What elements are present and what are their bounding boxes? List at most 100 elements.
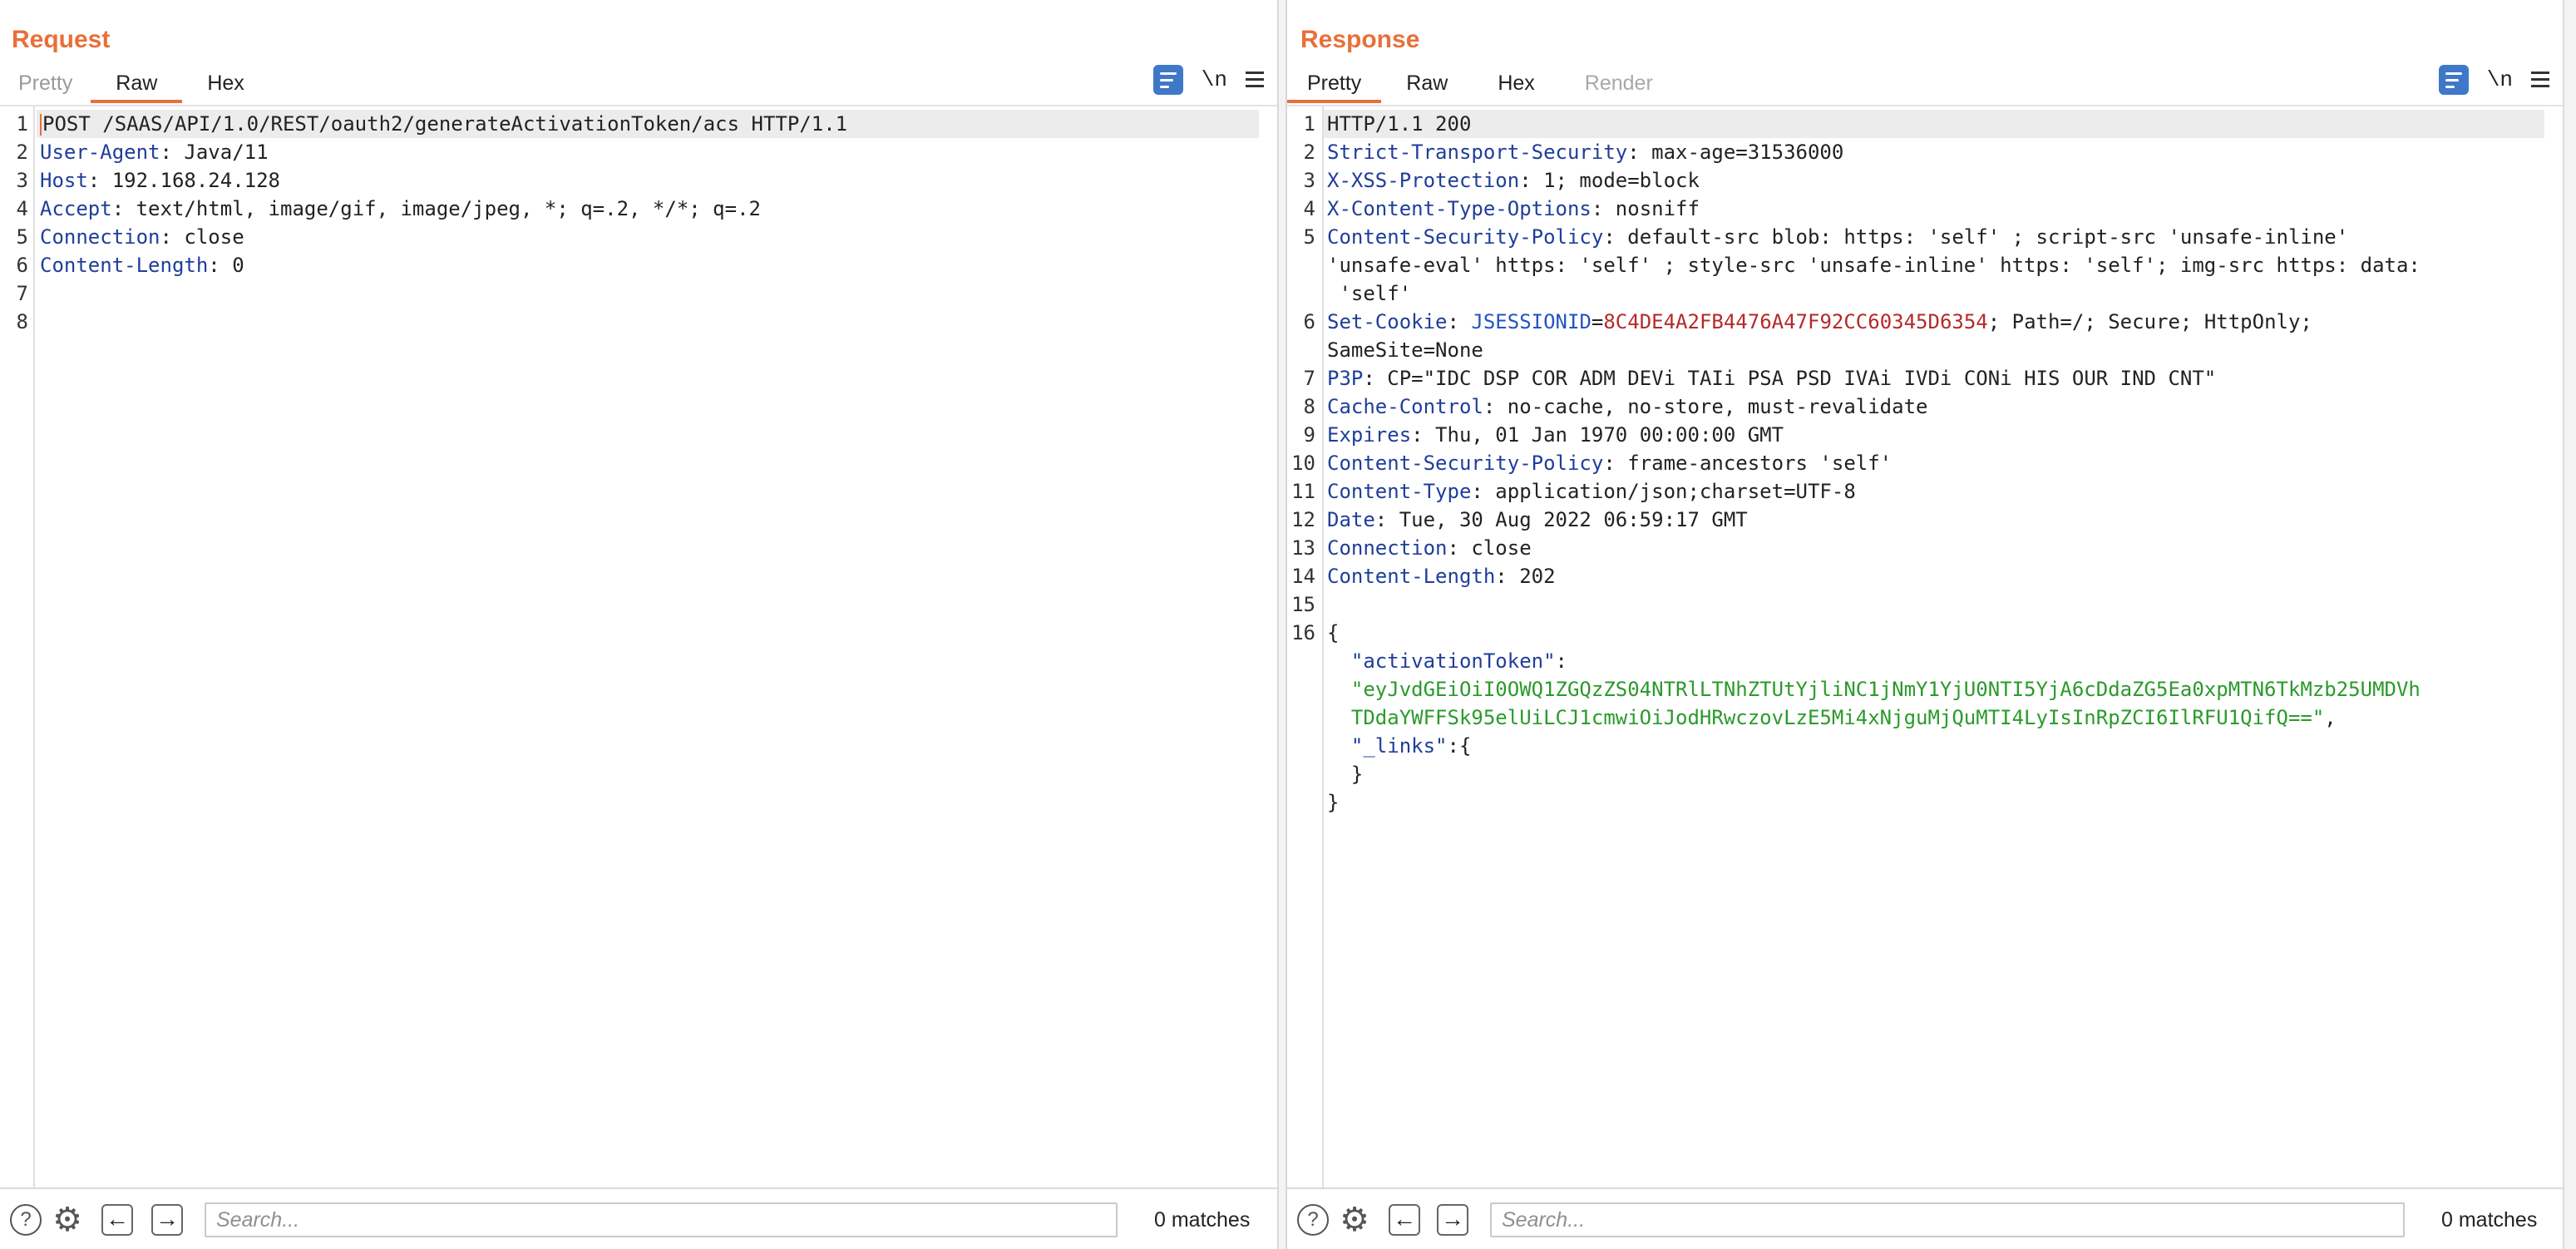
line-number: 12 — [1291, 508, 1315, 531]
line-text: User-Agent: Java/11 — [40, 138, 269, 166]
response-tab-render[interactable]: Render — [1560, 67, 1678, 100]
token: : 0 — [208, 254, 244, 277]
line-text: { — [1327, 619, 1339, 647]
token: :{ — [1447, 734, 1472, 758]
line-text: Content-Length: 202 — [1327, 562, 1556, 590]
line-text: HTTP/1.1 200 — [1327, 110, 1471, 138]
help-icon[interactable]: ? — [1297, 1204, 1329, 1236]
token: : nosniff — [1591, 197, 1700, 220]
line-text: Connection: close — [40, 223, 244, 251]
menu-icon[interactable] — [1246, 72, 1264, 88]
code-line: 1 HTTP/1.1 200 — [1287, 110, 2563, 138]
line-number: 6 — [16, 254, 28, 277]
token: 'unsafe-eval' https: 'self' ; style-src … — [1327, 254, 2421, 277]
code-line: 6 Content-Length: 0 — [0, 251, 1277, 279]
line-text: P3P: CP="IDC DSP COR ADM DEVi TAIi PSA P… — [1327, 364, 2216, 392]
token: "activationToken" — [1327, 649, 1556, 673]
response-editor[interactable]: 1 HTTP/1.1 200 2 Strict-Transport-Security:… — [1287, 106, 2563, 1187]
request-pane: Request Pretty Raw Hex \n 1 POST /SAAS/AP… — [0, 0, 1277, 1249]
token: POST /SAAS/API/1.0/REST/oauth2/generateA… — [42, 112, 848, 136]
code-line: 10 Content-Security-Policy: frame-ancesto… — [1287, 449, 2563, 477]
line-text: X-XSS-Protection: 1; mode=block — [1327, 166, 1700, 195]
token: } — [1327, 763, 1364, 786]
token: : 1; mode=block — [1519, 169, 1700, 192]
line-number: 8 — [16, 310, 28, 333]
line-text: Content-Security-Policy: frame-ancestors… — [1327, 449, 1892, 477]
response-search-input[interactable] — [1490, 1202, 2405, 1237]
menu-icon[interactable] — [2531, 72, 2549, 88]
request-tab-hex[interactable]: Hex — [182, 67, 269, 100]
token: Date — [1327, 508, 1375, 531]
token: : max-age=31536000 — [1627, 141, 1844, 164]
line-number: 9 — [1303, 423, 1315, 447]
code-line: 13 Connection: close — [1287, 534, 2563, 562]
arrow-right-icon[interactable]: → — [151, 1204, 183, 1236]
token: : — [1447, 310, 1472, 333]
token: JSESSIONID — [1471, 310, 1591, 333]
token: P3P — [1327, 367, 1364, 390]
code-line: 'self' — [1287, 279, 2563, 308]
token: : frame-ancestors 'self' — [1603, 452, 1893, 475]
token: Content-Length — [40, 254, 209, 277]
code-line: 2 Strict-Transport-Security: max-age=3153… — [1287, 138, 2563, 166]
token: Content-Security-Policy — [1327, 452, 1604, 475]
newline-icon[interactable]: \n — [1202, 67, 1227, 92]
line-text: 'unsafe-eval' https: 'self' ; style-src … — [1327, 251, 2421, 279]
token: "_links" — [1327, 734, 1448, 758]
text-wrap-icon[interactable] — [2438, 65, 2469, 95]
right-scroll-edge[interactable] — [2563, 0, 2576, 1249]
code-line: } — [1287, 760, 2563, 788]
arrow-left-icon[interactable]: ← — [101, 1204, 133, 1236]
request-editor[interactable]: 1 POST /SAAS/API/1.0/REST/oauth2/generate… — [0, 106, 1277, 1187]
code-line: 3 Host: 192.168.24.128 — [0, 166, 1277, 195]
response-lines: 1 HTTP/1.1 200 2 Strict-Transport-Security:… — [1287, 110, 2563, 817]
token: : 192.168.24.128 — [87, 169, 280, 192]
line-number: 3 — [16, 169, 28, 192]
token: } — [1327, 791, 1340, 814]
line-text: Content-Security-Policy: default-src blo… — [1327, 223, 2348, 251]
request-search-bar: ? ⚙ ← → 0 matches — [0, 1187, 1277, 1249]
token: : 202 — [1495, 565, 1556, 588]
code-line: 7 P3P: CP="IDC DSP COR ADM DEVi TAIi PSA … — [1287, 364, 2563, 392]
response-tab-raw[interactable]: Raw — [1381, 67, 1473, 100]
line-text: "eyJvdGEiOiI0OWQ1ZGQzZS04NTRlLTNhZTUtYjl… — [1327, 675, 2421, 703]
line-number: 1 — [1303, 112, 1315, 136]
code-line: 14 Content-Length: 202 — [1287, 562, 2563, 590]
line-text: Content-Length: 0 — [40, 251, 244, 279]
gear-icon[interactable]: ⚙ — [1339, 1203, 1370, 1237]
arrow-right-icon[interactable]: → — [1437, 1204, 1468, 1236]
token: 'self' — [1327, 282, 1412, 305]
line-text: POST /SAAS/API/1.0/REST/oauth2/generateA… — [40, 110, 847, 138]
help-icon[interactable]: ? — [10, 1204, 42, 1236]
token: ; Path=/; Secure; HttpOnly; — [1987, 310, 2312, 333]
line-text: "activationToken": — [1327, 647, 1567, 675]
token: Cache-Control — [1327, 395, 1483, 418]
request-search-input[interactable] — [205, 1202, 1118, 1237]
line-number: 14 — [1291, 565, 1315, 588]
newline-icon[interactable]: \n — [2487, 67, 2513, 92]
request-tabs: Pretty Raw Hex — [0, 67, 269, 103]
token: HTTP/1.1 200 — [1327, 112, 1472, 136]
token: Connection — [40, 225, 160, 249]
token: X-XSS-Protection — [1327, 169, 1520, 192]
token: TDdaYWFFSk95elUiLCJ1cmwiOiJodHRwczovLzE5… — [1327, 706, 2325, 729]
token: : close — [1447, 536, 1532, 560]
arrow-left-icon[interactable]: ← — [1389, 1204, 1420, 1236]
gear-icon[interactable]: ⚙ — [52, 1203, 83, 1237]
request-tab-pretty[interactable]: Pretty — [0, 67, 91, 100]
pane-divider[interactable] — [1277, 0, 1287, 1249]
line-text: Date: Tue, 30 Aug 2022 06:59:17 GMT — [1327, 506, 1748, 534]
line-number: 11 — [1291, 480, 1315, 503]
request-tab-raw[interactable]: Raw — [91, 67, 183, 103]
token: : Java/11 — [160, 141, 269, 164]
text-wrap-icon[interactable] — [1152, 65, 1183, 95]
code-line: 'unsafe-eval' https: 'self' ; style-src … — [1287, 251, 2563, 279]
response-tab-pretty[interactable]: Pretty — [1287, 67, 1382, 103]
token: : — [1555, 649, 1567, 673]
token: Strict-Transport-Security — [1327, 141, 1628, 164]
code-line: 9 Expires: Thu, 01 Jan 1970 00:00:00 GMT — [1287, 421, 2563, 449]
response-tabs: Pretty Raw Hex Render — [1287, 67, 1678, 103]
response-tab-hex[interactable]: Hex — [1473, 67, 1559, 100]
line-number: 2 — [16, 141, 28, 164]
response-title: Response — [1300, 26, 1420, 53]
